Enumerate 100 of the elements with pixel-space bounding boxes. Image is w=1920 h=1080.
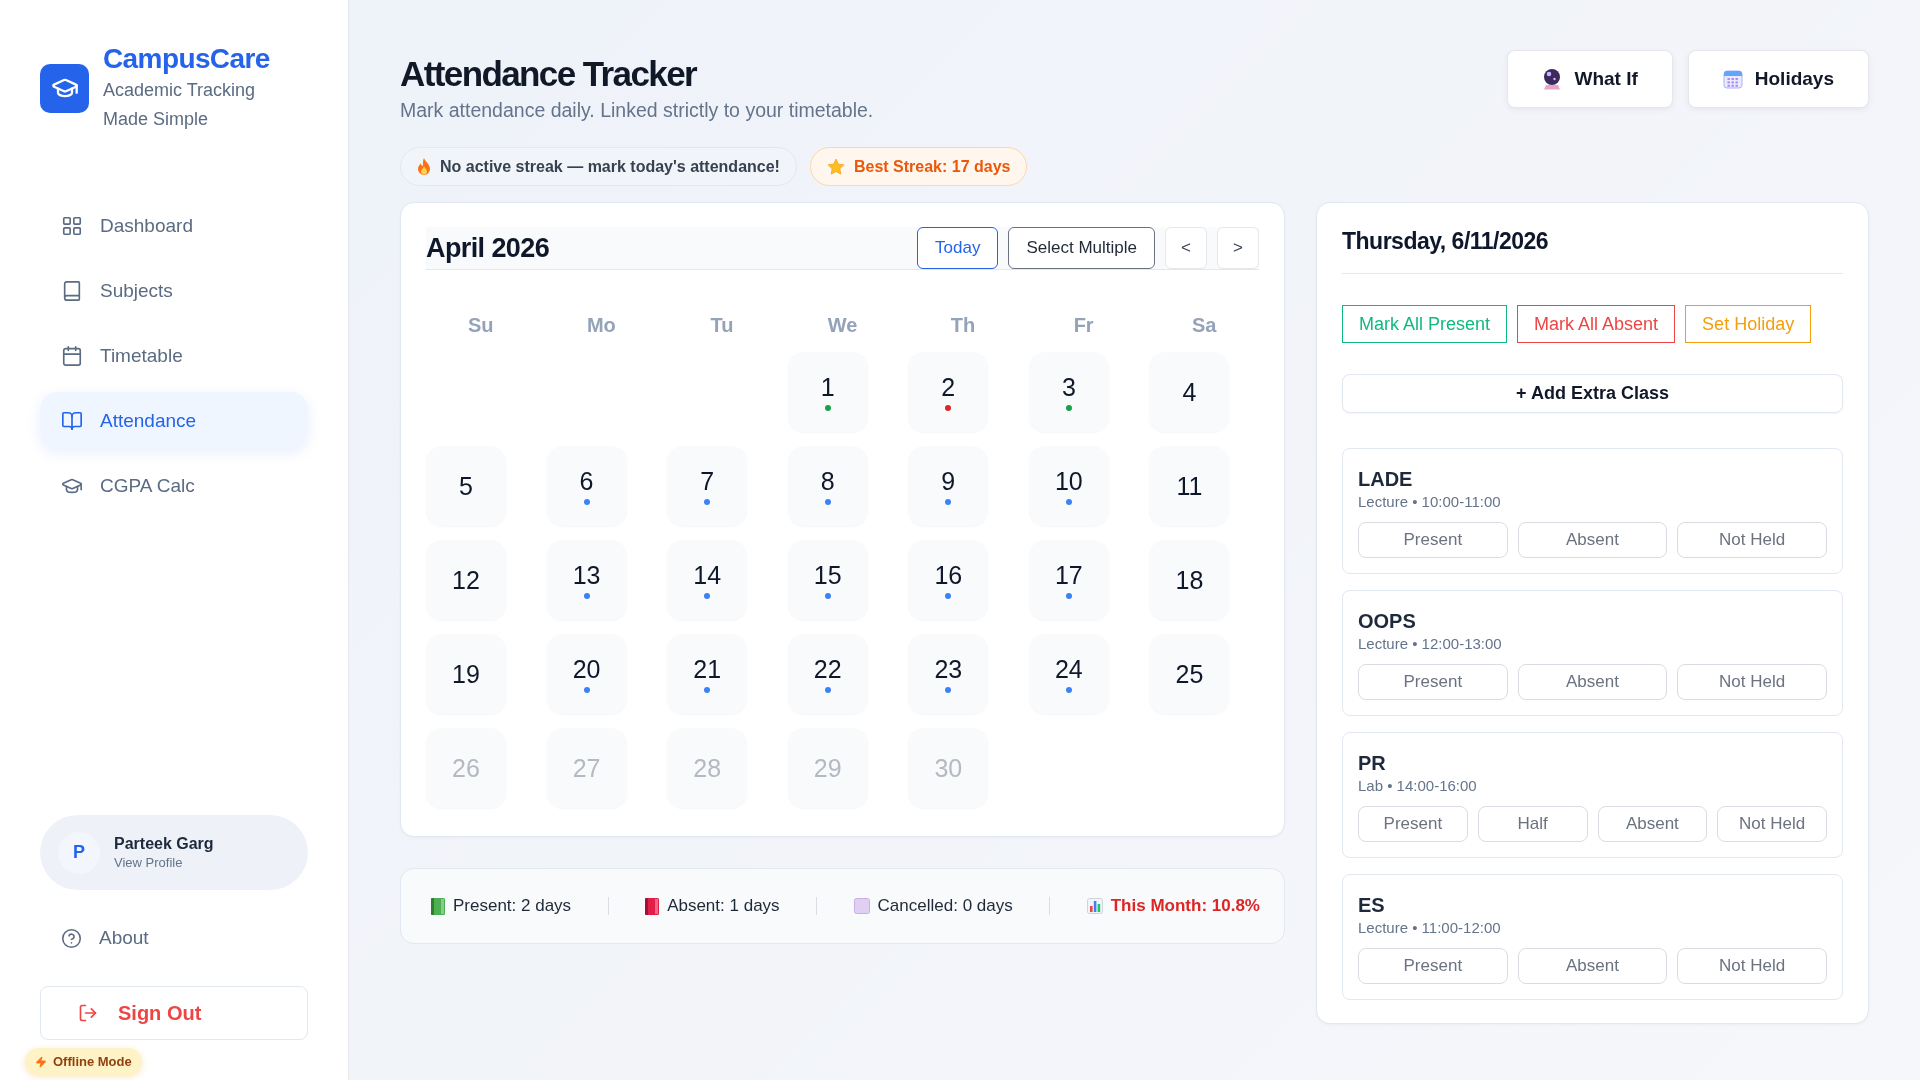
weekday-label: Su bbox=[467, 313, 495, 337]
day-cell[interactable]: 11 bbox=[1149, 446, 1230, 526]
attendance-option-button[interactable]: Absent bbox=[1597, 806, 1708, 842]
day-cell[interactable]: 24 bbox=[1028, 634, 1109, 714]
attendance-option-button[interactable]: Present bbox=[1358, 806, 1468, 842]
day-cell[interactable]: 20 bbox=[546, 634, 627, 714]
class-detail: Lecture • 10:00-11:00 bbox=[1358, 492, 1502, 512]
toolbar-button[interactable]: Holidays bbox=[1687, 50, 1869, 108]
summary-stat: Absent: 1 days bbox=[667, 896, 780, 916]
day-cell[interactable]: 6 bbox=[546, 446, 627, 526]
weekday-label: We bbox=[826, 313, 859, 337]
nav-item[interactable]: CGPA Calc bbox=[40, 457, 308, 514]
attendance-option-button[interactable]: Not Held bbox=[1677, 948, 1827, 984]
attendance-option-button[interactable]: Present bbox=[1358, 664, 1508, 700]
profile-card[interactable]: P Parteek Garg View Profile bbox=[40, 815, 308, 890]
day-cell[interactable]: 14 bbox=[667, 540, 748, 620]
page-subtitle: Mark attendance daily. Linked strictly to your timetable. bbox=[400, 98, 874, 122]
summary-stat: Cancelled: 0 days bbox=[877, 896, 1013, 916]
class-name: ES bbox=[1358, 893, 1386, 918]
day-cell[interactable]: 13 bbox=[546, 540, 627, 620]
profile-name: Parteek Garg bbox=[114, 835, 214, 853]
summary-stat: This Month: 10.8% bbox=[1110, 896, 1260, 916]
class-name: PR bbox=[1358, 751, 1387, 776]
flame-icon bbox=[417, 158, 431, 175]
day-cell[interactable]: 8 bbox=[787, 446, 868, 526]
day-cell[interactable]: 4 bbox=[1149, 352, 1230, 432]
attendance-option-button[interactable]: Present bbox=[1358, 948, 1508, 984]
day-cell[interactable]: 19 bbox=[426, 634, 506, 714]
day-cell[interactable]: 3 bbox=[1028, 352, 1109, 432]
attendance-option-button[interactable]: Absent bbox=[1517, 522, 1668, 558]
bulk-action-button[interactable]: Mark All Absent bbox=[1517, 305, 1676, 343]
class-detail: Lecture • 12:00-13:00 bbox=[1358, 634, 1503, 654]
star-icon bbox=[826, 157, 845, 176]
attendance-option-button[interactable]: Not Held bbox=[1677, 522, 1827, 558]
attendance-option-button[interactable]: Absent bbox=[1517, 948, 1668, 984]
sign-out-icon bbox=[78, 1003, 98, 1023]
class-name: LADE bbox=[1358, 467, 1414, 492]
attendance-option-button[interactable]: Not Held bbox=[1717, 806, 1827, 842]
day-cell[interactable]: 18 bbox=[1149, 540, 1230, 620]
nav-item[interactable]: Dashboard bbox=[40, 197, 308, 254]
add-class-button[interactable]: + Add Extra Class bbox=[1342, 374, 1843, 413]
about-item[interactable]: About bbox=[40, 913, 308, 963]
day-cell[interactable]: 9 bbox=[908, 446, 989, 526]
day-cell[interactable]: 7 bbox=[667, 446, 748, 526]
offline-label: Offline Mode bbox=[53, 1054, 132, 1069]
sign-out-button[interactable]: Sign Out bbox=[40, 986, 308, 1040]
previous-month-button[interactable]: < bbox=[1165, 227, 1207, 269]
brand-tagline: Academic Tracking Made Simple bbox=[103, 79, 257, 131]
next-month-button[interactable]: > bbox=[1217, 227, 1259, 269]
help-icon bbox=[61, 927, 82, 949]
nav-item[interactable]: Attendance bbox=[40, 392, 308, 449]
panel-title: Thursday, 6/11/2026 bbox=[1342, 227, 1843, 274]
day-cell[interactable]: 17 bbox=[1028, 540, 1109, 620]
streak-text: No active streak — mark today's attendance! bbox=[440, 157, 780, 176]
day-cell[interactable]: 5 bbox=[426, 446, 506, 526]
summary-stat: Present: 2 days bbox=[453, 896, 572, 916]
calendar-icon bbox=[1722, 69, 1743, 89]
crystal-ball-icon bbox=[1542, 68, 1563, 90]
toolbar-button[interactable]: What If bbox=[1507, 50, 1673, 108]
day-cell[interactable]: 1 bbox=[787, 352, 868, 432]
today-button[interactable]: Today bbox=[917, 227, 999, 269]
day-cell[interactable]: 22 bbox=[787, 634, 868, 714]
day-cell[interactable]: 10 bbox=[1028, 446, 1109, 526]
calendar-icon bbox=[61, 344, 83, 367]
attendance-option-button[interactable]: Half bbox=[1477, 806, 1588, 842]
square-icon bbox=[853, 898, 870, 914]
lightning-icon bbox=[35, 1055, 47, 1068]
weekday-label: Fr bbox=[1072, 313, 1095, 337]
month-title: April 2026 bbox=[426, 232, 550, 264]
attendance-option-button[interactable]: Present bbox=[1358, 522, 1508, 558]
class-detail: Lab • 14:00-16:00 bbox=[1358, 776, 1478, 796]
book-icon bbox=[645, 897, 660, 915]
bar-chart-icon bbox=[1086, 898, 1103, 914]
brand-name: CampusCare bbox=[103, 42, 271, 76]
attendance-option-button[interactable]: Absent bbox=[1517, 664, 1668, 700]
book-icon bbox=[431, 897, 445, 915]
avatar-initial: P bbox=[58, 831, 100, 874]
day-cell[interactable]: 12 bbox=[426, 540, 506, 620]
select-multiple-button[interactable]: Select Multiple bbox=[1008, 227, 1155, 269]
weekday-label: Sa bbox=[1190, 313, 1218, 337]
day-cell[interactable]: 21 bbox=[667, 634, 748, 714]
weekday-label: Th bbox=[949, 313, 977, 337]
day-cell[interactable]: 15 bbox=[787, 540, 868, 620]
profile-link: View Profile bbox=[114, 855, 184, 870]
open-book-icon bbox=[61, 409, 83, 432]
weekday-label: Mo bbox=[585, 313, 617, 337]
day-cell[interactable]: 23 bbox=[908, 634, 989, 714]
nav-item[interactable]: Subjects bbox=[40, 262, 308, 319]
attendance-option-button[interactable]: Not Held bbox=[1677, 664, 1827, 700]
streak-text: Best Streak: 17 days bbox=[853, 157, 1011, 176]
nav-item[interactable]: Timetable bbox=[40, 327, 308, 384]
grid-icon bbox=[61, 214, 83, 237]
day-cell[interactable]: 16 bbox=[908, 540, 989, 620]
class-detail: Lecture • 11:00-12:00 bbox=[1358, 918, 1502, 938]
day-cell[interactable]: 2 bbox=[908, 352, 989, 432]
weekday-label: Tu bbox=[709, 313, 735, 337]
page-title: Attendance Tracker bbox=[400, 53, 698, 95]
class-name: OOPS bbox=[1358, 609, 1417, 634]
graduation-cap-icon bbox=[40, 63, 89, 113]
day-cell[interactable]: 25 bbox=[1149, 634, 1230, 714]
